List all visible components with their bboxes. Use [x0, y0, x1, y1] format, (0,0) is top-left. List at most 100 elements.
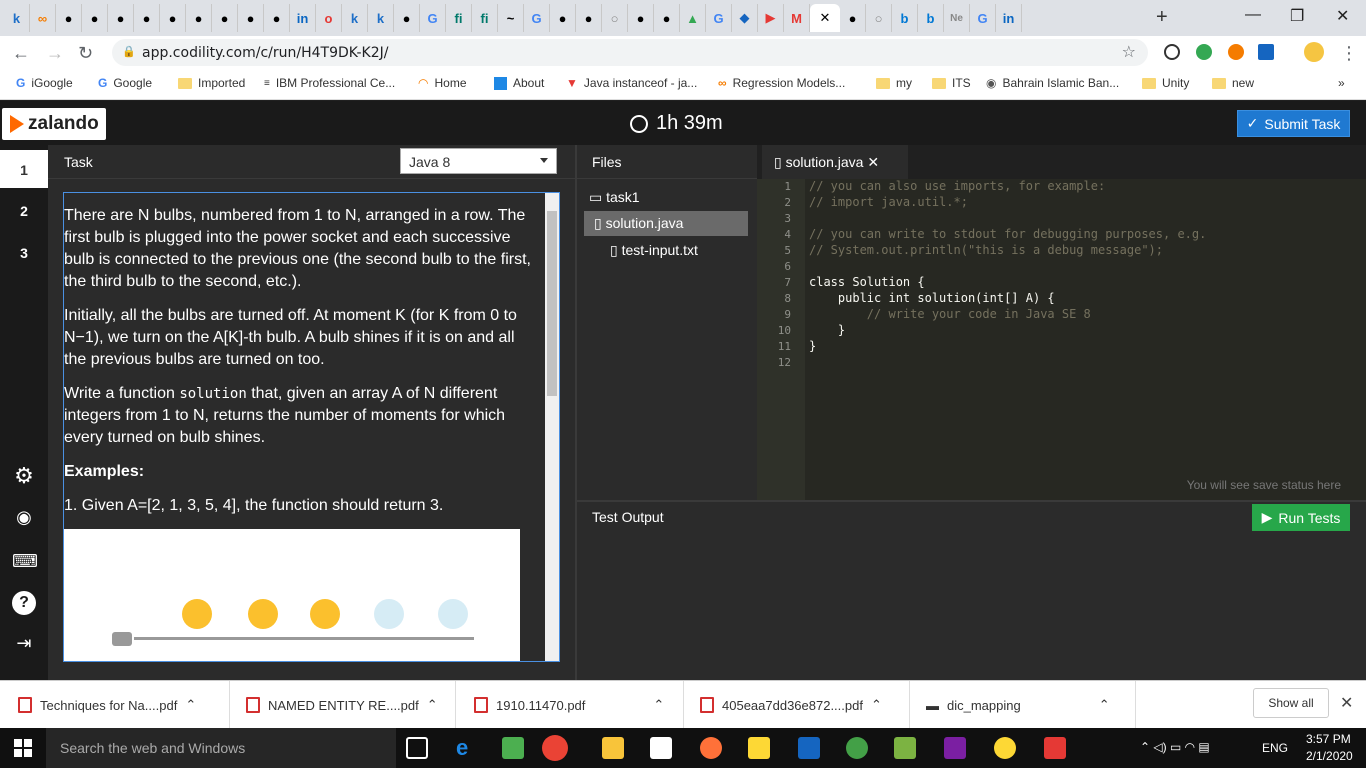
tab-bing[interactable]: b: [892, 4, 918, 32]
bookmark-item[interactable]: Unity: [1142, 76, 1189, 90]
task-nav-item-3[interactable]: 3: [0, 245, 48, 261]
tab-edu[interactable]: ◆: [732, 4, 758, 32]
bookmark-item[interactable]: my: [876, 76, 912, 90]
tab-google[interactable]: G: [420, 4, 446, 32]
bookmark-item[interactable]: ▼ Java instanceof - ja...: [566, 76, 697, 90]
clock-date[interactable]: 2/1/2020: [1306, 749, 1353, 763]
extension-icon[interactable]: [1164, 44, 1180, 60]
omnibox[interactable]: 🔒 app.codility.com/c/run/H4T9DK-K2J/ ☆: [112, 39, 1148, 66]
tab-globe[interactable]: ○: [602, 4, 628, 32]
task-nav-item-1[interactable]: 1: [0, 150, 48, 188]
tab-github[interactable]: ●: [212, 4, 238, 32]
settings-icon[interactable]: ⚙: [12, 463, 36, 488]
language-indicator[interactable]: ENG: [1262, 741, 1288, 755]
windows-start-icon[interactable]: [14, 739, 32, 757]
tab-github[interactable]: ●: [628, 4, 654, 32]
pycharm-icon[interactable]: [502, 737, 524, 759]
bookmark-item[interactable]: ◉ Bahrain Islamic Ban...: [986, 76, 1119, 90]
taskbar-search[interactable]: Search the web and Windows: [46, 728, 396, 768]
bookmark-item[interactable]: About: [494, 76, 544, 90]
tab-github[interactable]: ●: [394, 4, 420, 32]
clock-time[interactable]: 3:57 PM: [1306, 732, 1351, 746]
bookmark-item[interactable]: ◠ Home: [418, 76, 467, 90]
chevron-up-icon[interactable]: ⌃: [185, 697, 196, 713]
tab-wave[interactable]: ~: [498, 4, 524, 32]
chevron-up-icon[interactable]: ⌃: [871, 697, 882, 713]
forward-icon[interactable]: →: [46, 43, 64, 64]
tab-github[interactable]: ●: [550, 4, 576, 32]
app-icon[interactable]: [994, 737, 1016, 759]
tab-o[interactable]: o: [316, 4, 342, 32]
restore-icon[interactable]: ❐: [1290, 6, 1304, 26]
bookmark-item[interactable]: new: [1212, 76, 1254, 90]
back-icon[interactable]: ←: [12, 43, 30, 64]
exit-icon[interactable]: ⇥: [12, 633, 36, 657]
onenote-icon[interactable]: [944, 737, 966, 759]
tab-github[interactable]: ●: [186, 4, 212, 32]
code-editor[interactable]: 1 2 3 4 5 6 7 8 9 10 11 12 // you can al…: [757, 179, 1366, 500]
tab-bing[interactable]: b: [918, 4, 944, 32]
bookmark-item[interactable]: ≡ IBM Professional Ce...: [264, 76, 395, 90]
notes-icon[interactable]: [748, 737, 770, 759]
tab-github[interactable]: ●: [654, 4, 680, 32]
editor-tab-solution[interactable]: ▯ solution.java ✕: [762, 145, 908, 179]
extension-icon[interactable]: [1258, 44, 1274, 60]
acrobat-icon[interactable]: [1044, 737, 1066, 759]
tab-github[interactable]: ●: [56, 4, 82, 32]
scroll-thumb[interactable]: [547, 211, 557, 396]
bookmark-star-icon[interactable]: ☆: [1122, 42, 1136, 62]
app-icon[interactable]: [846, 737, 868, 759]
file-item[interactable]: ▯ test-input.txt: [610, 242, 698, 259]
close-icon[interactable]: ✕: [867, 154, 879, 170]
submit-task-button[interactable]: ✓ Submit Task: [1237, 110, 1350, 137]
help-icon[interactable]: ?: [12, 591, 36, 615]
tab-github[interactable]: ●: [238, 4, 264, 32]
chevron-up-icon[interactable]: ⌃: [427, 697, 438, 713]
close-window-icon[interactable]: ✕: [1336, 6, 1349, 26]
language-select[interactable]: Java 8: [400, 148, 557, 174]
url-text[interactable]: app.codility.com/c/run/H4T9DK-K2J/: [142, 45, 388, 61]
extension-icon[interactable]: [1196, 44, 1212, 60]
chrome-icon[interactable]: [542, 735, 568, 761]
bookmark-item[interactable]: GiGoogle: [16, 76, 73, 90]
download-item[interactable]: 1910.11470.pdf ⌃: [474, 681, 684, 729]
chevron-up-icon[interactable]: ⌃: [1099, 697, 1110, 713]
tab-github[interactable]: ●: [576, 4, 602, 32]
run-tests-button[interactable]: ▶ Run Tests: [1252, 504, 1350, 531]
menu-dots-icon[interactable]: ⋮: [1340, 43, 1358, 64]
tray-icons[interactable]: ⌃ ◁) ▭ ◠ ▤: [1140, 740, 1210, 754]
tab-codility-active[interactable]: ✕: [810, 4, 840, 32]
tab-drive[interactable]: ▲: [680, 4, 706, 32]
download-item[interactable]: Techniques for Na....pdf ⌃: [18, 681, 230, 729]
tab-ne[interactable]: Ne: [944, 4, 970, 32]
tab-google[interactable]: G: [970, 4, 996, 32]
bookmark-item[interactable]: ITS: [932, 76, 971, 90]
tab-linkedin[interactable]: in: [996, 4, 1022, 32]
task-nav-item-2[interactable]: 2: [0, 203, 48, 219]
more-bookmarks-icon[interactable]: »: [1338, 76, 1345, 90]
task-scrollbar[interactable]: [545, 193, 559, 661]
tab-translate[interactable]: G: [706, 4, 732, 32]
chevron-up-icon[interactable]: ⌃: [653, 697, 664, 713]
bookmark-item[interactable]: Imported: [178, 76, 245, 90]
firefox-icon[interactable]: [700, 737, 722, 759]
tab-k[interactable]: k: [342, 4, 368, 32]
tab-gmail[interactable]: M: [784, 4, 810, 32]
bookmark-item[interactable]: ∞ Regression Models...: [718, 76, 845, 90]
new-tab-button[interactable]: +: [1156, 6, 1168, 29]
file-item-selected[interactable]: ▯ solution.java: [584, 211, 748, 236]
tab-youtube[interactable]: ▶: [758, 4, 784, 32]
minimize-icon[interactable]: —: [1245, 6, 1261, 24]
profile-avatar[interactable]: [1304, 42, 1324, 62]
folder-item[interactable]: ▭ task1: [589, 189, 640, 206]
tab-google[interactable]: G: [524, 4, 550, 32]
download-item[interactable]: 405eaa7dd36e872....pdf ⌃: [700, 681, 910, 729]
show-all-button[interactable]: Show all: [1253, 688, 1329, 718]
tab-github[interactable]: ●: [840, 4, 866, 32]
tab-fi[interactable]: fi: [472, 4, 498, 32]
tab-github[interactable]: ●: [82, 4, 108, 32]
bookmark-item[interactable]: G Google: [98, 76, 152, 90]
task-view-icon[interactable]: [406, 737, 428, 759]
download-item[interactable]: NAMED ENTITY RE....pdf ⌃: [246, 681, 456, 729]
app-icon[interactable]: [894, 737, 916, 759]
